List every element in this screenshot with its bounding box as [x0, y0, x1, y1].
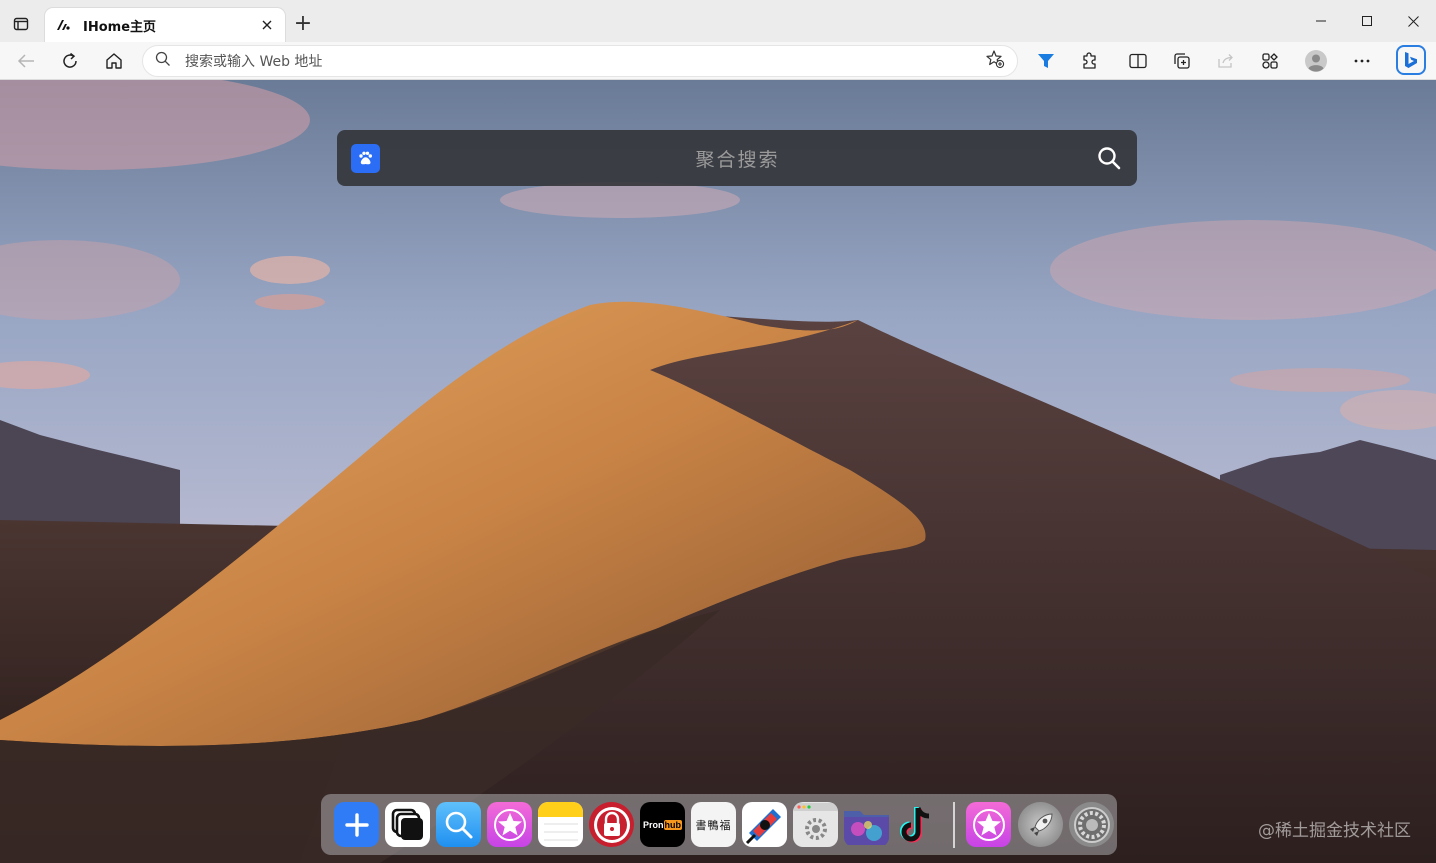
profile-avatar-icon[interactable] [1302, 47, 1330, 75]
dock-calligraphy-icon[interactable]: 書鴨福 [691, 802, 736, 847]
collections-icon[interactable] [1168, 47, 1196, 75]
dock-separator [953, 802, 955, 848]
maximize-button[interactable] [1344, 0, 1390, 42]
desert-wallpaper [0, 80, 1436, 863]
pronhub-text-left: Pron [642, 819, 664, 830]
split-screen-icon[interactable] [1124, 47, 1152, 75]
refresh-icon[interactable] [56, 47, 84, 75]
pronhub-text-right: hub [663, 819, 682, 830]
ihome-favicon-icon [55, 17, 71, 33]
dock-lock-icon[interactable] [589, 802, 634, 847]
baidu-paw-icon[interactable] [351, 143, 380, 173]
app-dock: Pron hub 書鴨福 [321, 794, 1117, 855]
bing-copilot-icon[interactable] [1396, 45, 1426, 75]
dock-add-icon[interactable] [334, 802, 379, 847]
dock-star-icon[interactable] [487, 802, 532, 847]
back-arrow-icon[interactable] [12, 47, 40, 75]
tab-close-icon[interactable] [259, 17, 275, 33]
dock-settings-window-icon[interactable] [793, 802, 838, 847]
address-bar[interactable]: 搜索或输入 Web 地址 [142, 45, 1018, 77]
browser-toolbar: 搜索或输入 Web 地址 [0, 42, 1436, 80]
browser-tab-bar: IHome主页 + [0, 0, 1436, 42]
dock-notes-icon[interactable] [538, 802, 583, 847]
browser-tab[interactable]: IHome主页 [45, 8, 285, 42]
dock-windows-icon[interactable] [385, 802, 430, 847]
search-placeholder: 聚合搜索 [695, 148, 780, 171]
filter-extension-icon[interactable] [1032, 47, 1060, 75]
dock-pronhub-icon[interactable]: Pron hub [640, 802, 685, 847]
dock-game-icon[interactable] [742, 802, 787, 847]
new-tab-button[interactable]: + [292, 13, 314, 36]
dock-search-icon[interactable] [436, 802, 481, 847]
aggregate-search-bar[interactable]: 聚合搜索 [337, 130, 1137, 186]
search-submit-icon[interactable] [1095, 144, 1123, 172]
minimize-button[interactable] [1298, 0, 1344, 42]
share-icon[interactable] [1212, 47, 1240, 75]
dock-galaxy-folder-icon[interactable] [844, 802, 889, 847]
close-window-button[interactable] [1390, 0, 1436, 42]
tab-actions-icon[interactable] [10, 13, 32, 35]
search-icon [155, 51, 171, 71]
more-options-icon[interactable] [1348, 47, 1376, 75]
extensions-icon[interactable] [1076, 47, 1104, 75]
juejin-watermark: @稀土掘金技术社区 [1258, 821, 1411, 841]
page-viewport: 聚合搜索 Pron hub 書鴨福 @稀土掘金技术社区 [0, 80, 1436, 863]
dock-tiktok-icon[interactable] [893, 802, 938, 847]
calligraphy-text: 書鴨福 [695, 818, 732, 832]
home-icon[interactable] [100, 47, 128, 75]
window-controls [1298, 0, 1436, 42]
add-favorite-icon[interactable] [985, 49, 1005, 73]
dock-star-2-icon[interactable] [966, 802, 1011, 847]
dock-system-preferences-icon[interactable] [1069, 802, 1114, 847]
tab-title: IHome主页 [83, 19, 157, 35]
dock-launchpad-rocket-icon[interactable] [1018, 802, 1063, 847]
address-placeholder: 搜索或输入 Web 地址 [185, 54, 323, 70]
browser-essentials-icon[interactable] [1256, 47, 1284, 75]
